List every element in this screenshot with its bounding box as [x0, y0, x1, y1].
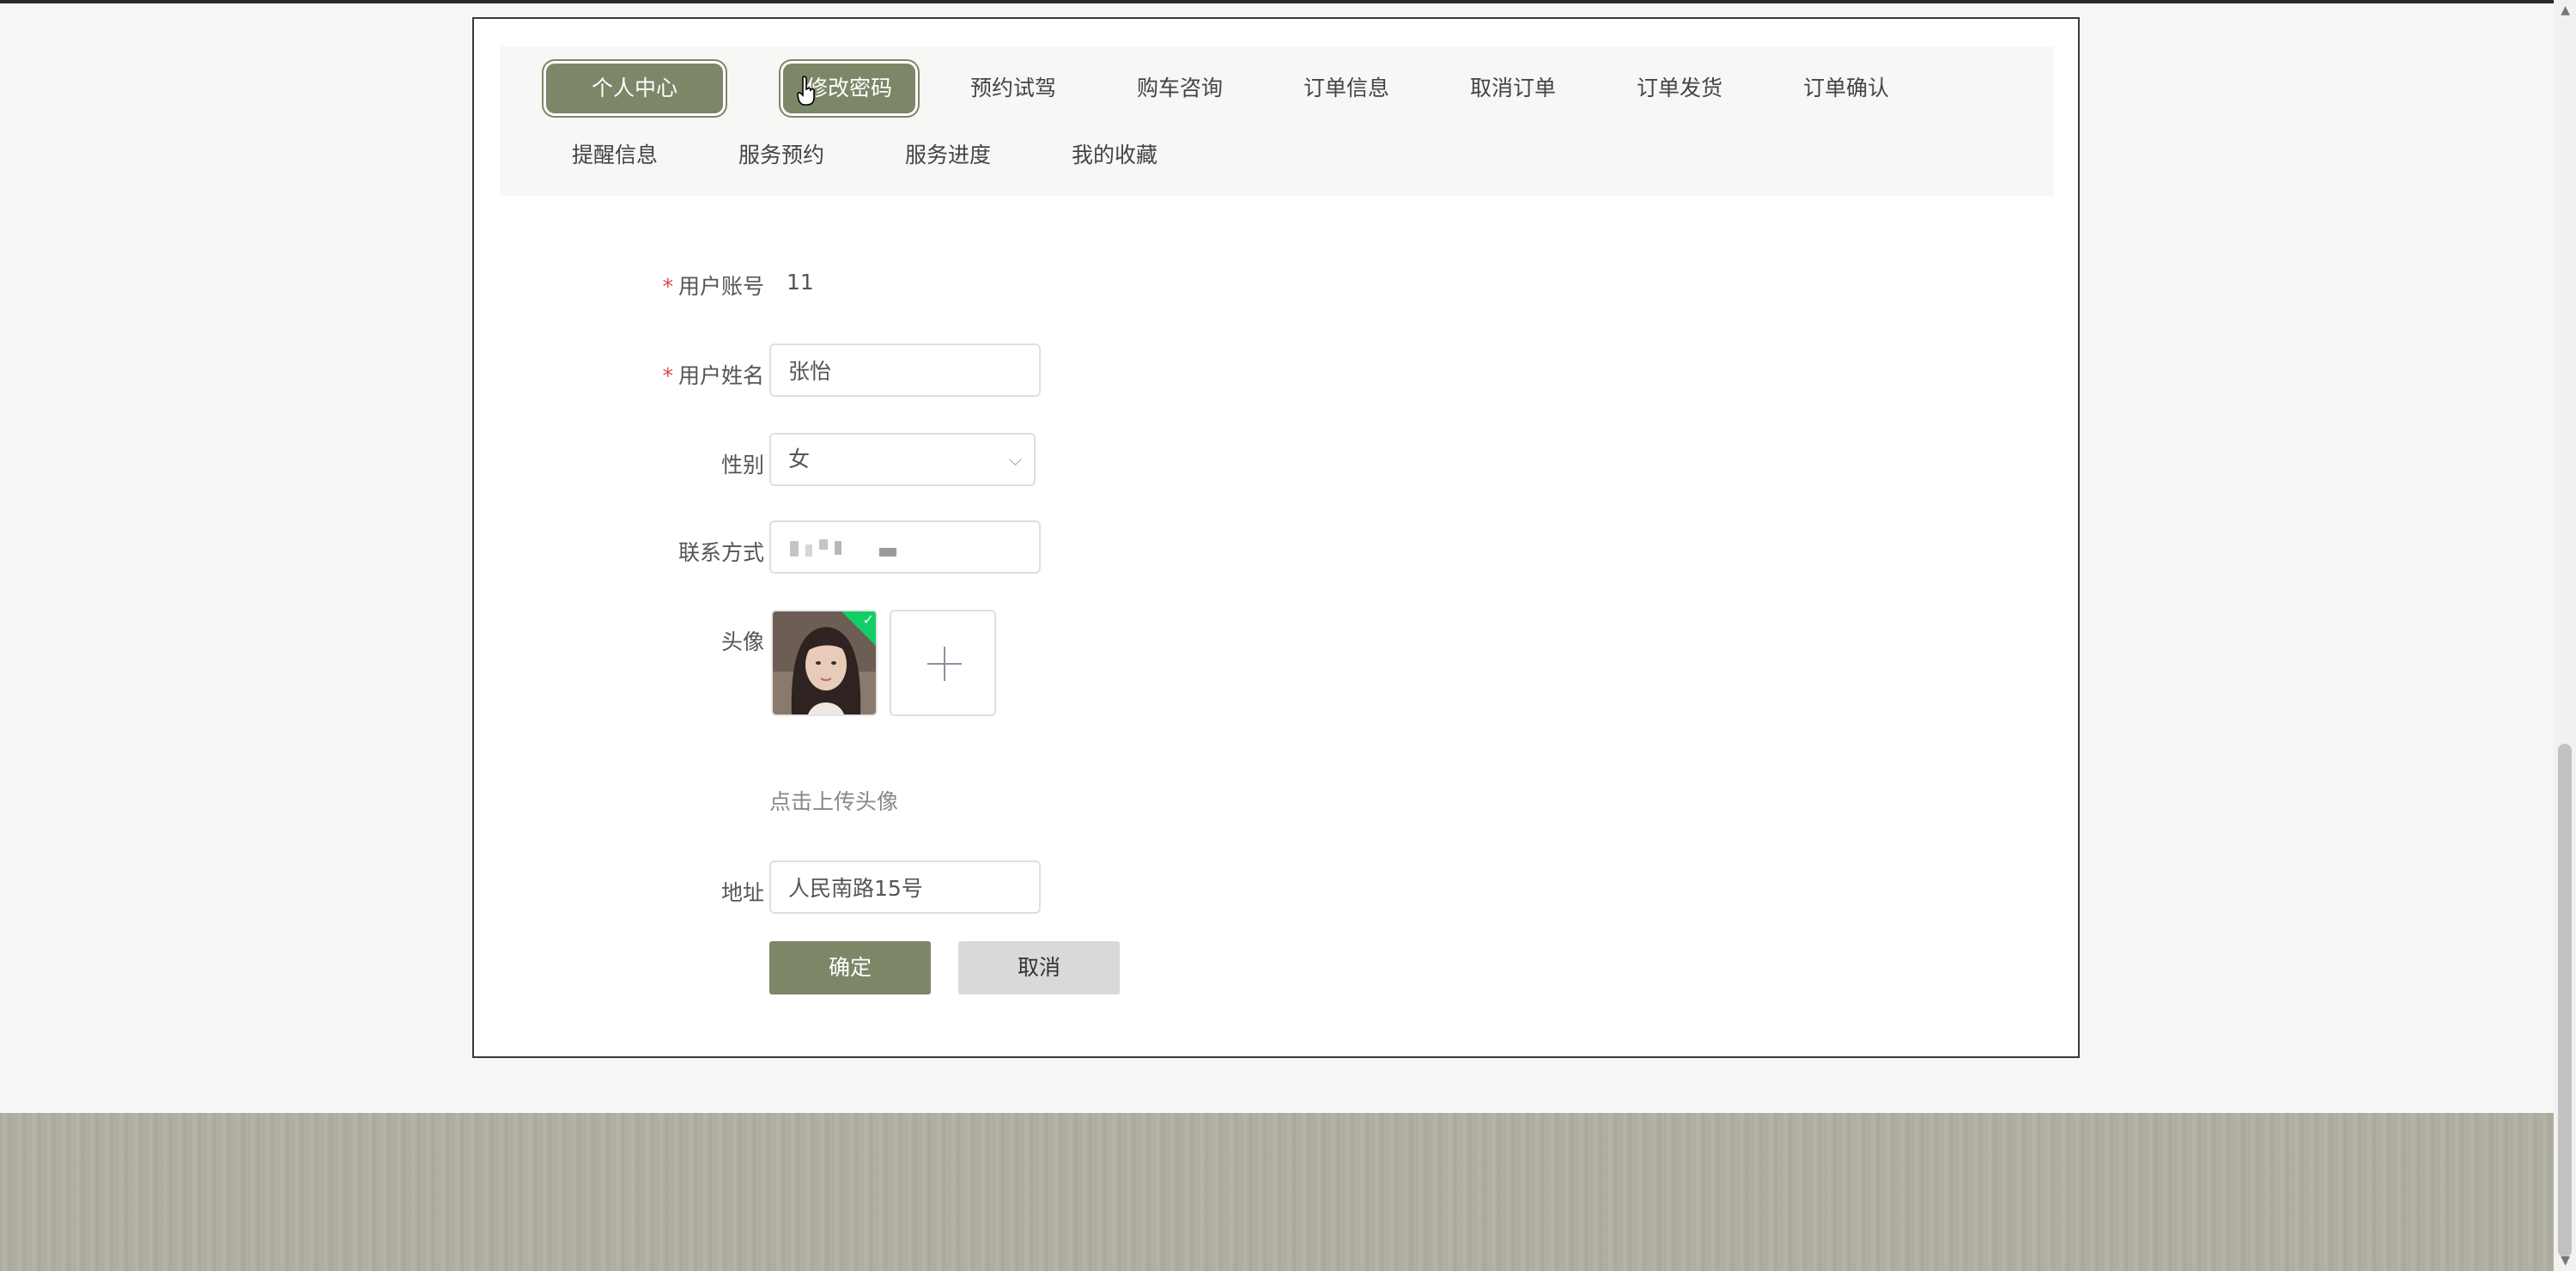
tab-service-progress[interactable]: 服务进度 [879, 131, 1017, 180]
address-input[interactable] [769, 861, 1041, 914]
name-label: * 用户姓名 [662, 359, 764, 390]
contact-label: 联系方式 [677, 540, 764, 565]
tab-cancel-order[interactable]: 取消订单 [1444, 64, 1582, 113]
name-label-text: 用户姓名 [677, 363, 764, 388]
cancel-button[interactable]: 取消 [958, 941, 1120, 994]
gender-value: 女 [788, 447, 811, 471]
redacted-block [805, 544, 812, 556]
name-input[interactable] [769, 344, 1041, 397]
footer-band [0, 1113, 2554, 1271]
tab-purchase-consult[interactable]: 购车咨询 [1111, 64, 1249, 113]
tab-test-drive[interactable]: 预约试驾 [945, 64, 1082, 113]
redacted-block [790, 541, 799, 556]
avatar-upload-hint[interactable]: 点击上传头像 [769, 785, 898, 816]
scrollbar-thumb[interactable] [2558, 744, 2572, 1257]
tab-personal-center[interactable]: 个人中心 [546, 64, 723, 113]
scroll-up-arrow-icon[interactable]: ▲ [2561, 3, 2570, 17]
avatar[interactable]: ✓ [771, 610, 878, 716]
gender-select[interactable]: 女 ⌵ [769, 433, 1036, 486]
redacted-block [835, 541, 841, 555]
tab-menu: 个人中心 修改密码 预约试驾 购车咨询 订单信息 取消订单 订单发货 订单确认 … [500, 46, 2054, 196]
scroll-down-arrow-icon[interactable]: ▼ [2561, 1254, 2570, 1268]
confirm-button[interactable]: 确定 [769, 941, 931, 994]
plus-icon-vertical [944, 647, 945, 681]
tab-service-booking[interactable]: 服务预约 [713, 131, 850, 180]
avatar-upload-button[interactable] [890, 610, 996, 716]
hand-cursor-icon [797, 76, 815, 106]
contact-input[interactable] [769, 520, 1041, 574]
account-label-text: 用户账号 [677, 274, 764, 299]
address-label: 地址 [720, 880, 764, 905]
scrollbar[interactable]: ▲ ▼ [2554, 0, 2576, 1271]
tab-order-confirm[interactable]: 订单确认 [1777, 64, 1915, 113]
upload-success-badge: ✓ [841, 611, 876, 646]
tab-reminders[interactable]: 提醒信息 [546, 131, 683, 180]
redacted-block [819, 539, 828, 550]
chevron-down-icon: ⌵ [1008, 449, 1022, 470]
avatar-label: 头像 [720, 629, 764, 654]
tab-order-shipping[interactable]: 订单发货 [1611, 64, 1748, 113]
tab-order-info[interactable]: 订单信息 [1278, 64, 1415, 113]
redacted-block [879, 548, 896, 556]
check-icon: ✓ [862, 611, 874, 628]
tab-favorites[interactable]: 我的收藏 [1046, 131, 1183, 180]
gender-label: 性别 [720, 453, 764, 477]
profile-card: 个人中心 修改密码 预约试驾 购车咨询 订单信息 取消订单 订单发货 订单确认 … [472, 17, 2080, 1058]
required-mark: * [662, 274, 673, 299]
required-mark: * [662, 363, 673, 388]
account-value: 11 [787, 270, 814, 295]
account-label: * 用户账号 [662, 270, 764, 301]
